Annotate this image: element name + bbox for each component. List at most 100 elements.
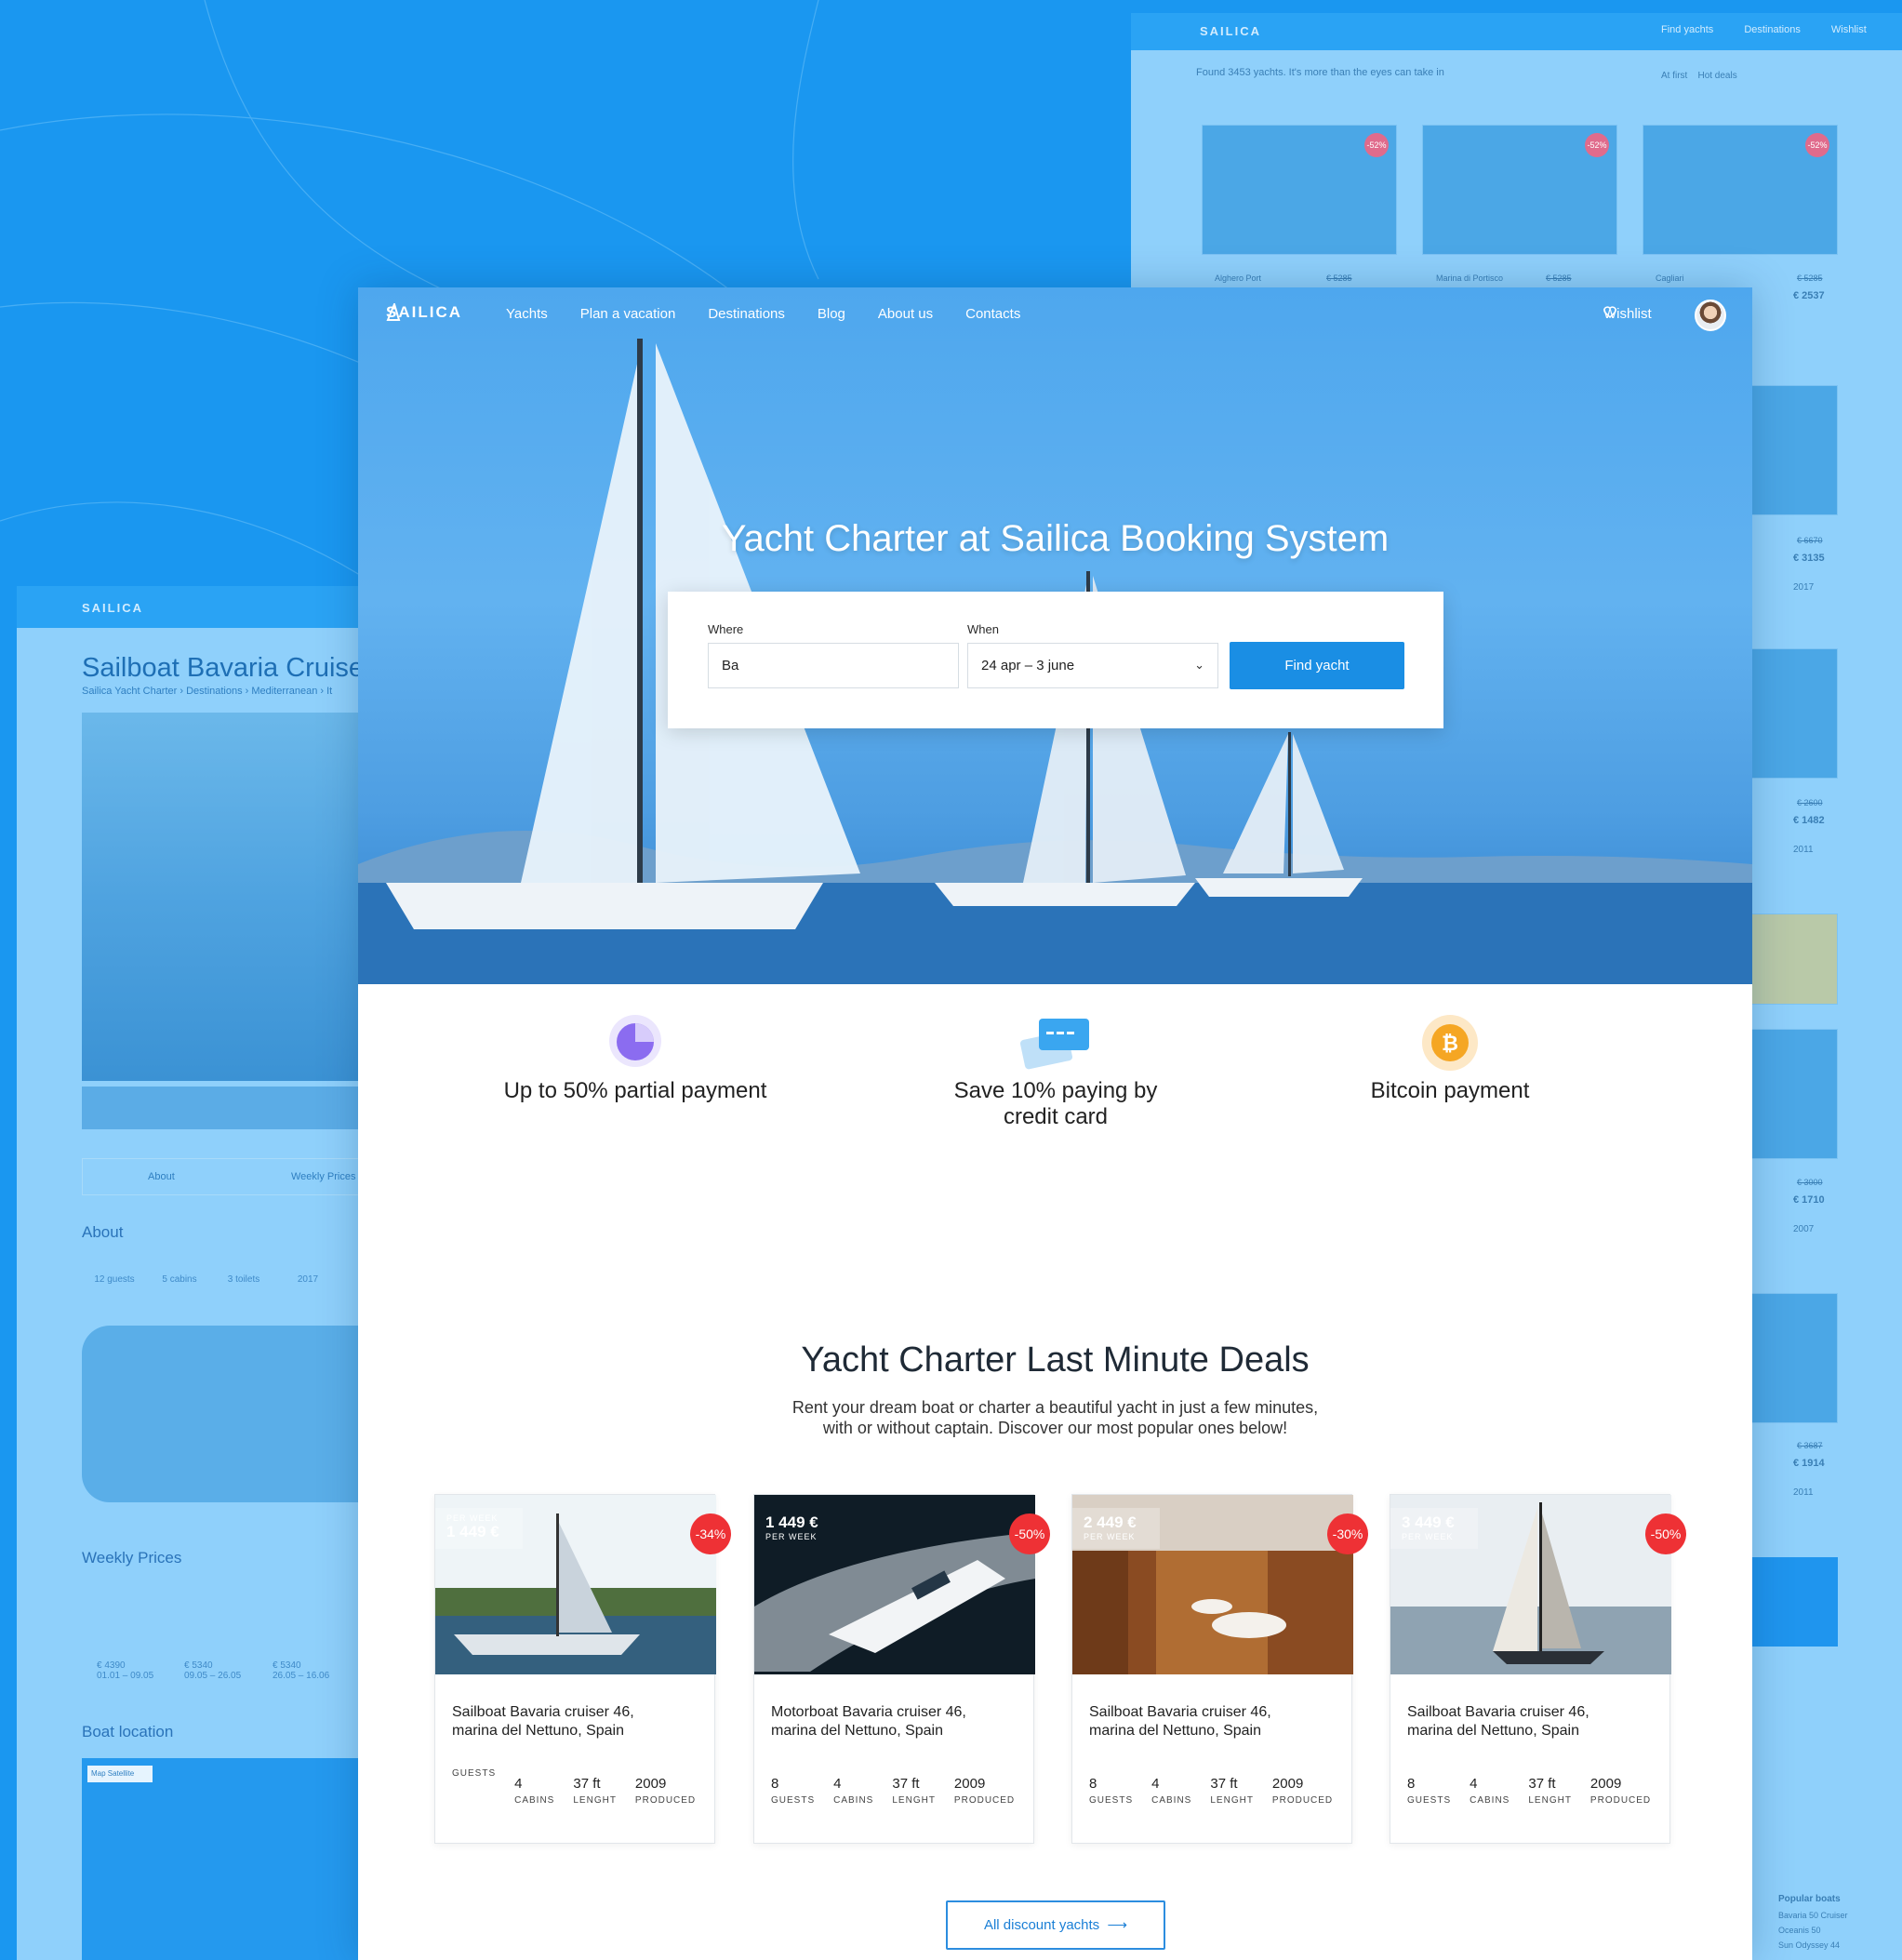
- spec-value: 2009: [634, 1776, 667, 1792]
- ghost-new-price: € 2537: [1793, 290, 1825, 301]
- spec-length: 37 ft LENGHT: [573, 1776, 617, 1806]
- chevron-down-icon: ⌄: [1194, 658, 1204, 672]
- deal-card[interactable]: 2 449 € PER WEEK -30% Sailboat Bavaria c…: [1071, 1494, 1368, 1844]
- sailica-logo[interactable]: SAILICA: [386, 303, 462, 322]
- ghost-old-price: € 5285: [1326, 273, 1352, 283]
- feature-partial-payment: Up to 50% partial payment: [449, 1015, 821, 1104]
- deal-image: 2 449 € PER WEEK: [1072, 1495, 1353, 1674]
- spec-value: 4: [1151, 1776, 1160, 1792]
- ghost-popular-item: Sun Odyssey 44: [1778, 1940, 1841, 1950]
- ghost-discount-badge: -52%: [1585, 133, 1609, 157]
- ghost-feature: 5 cabins: [162, 1274, 197, 1285]
- price-tag: PER WEEK 1 449 €: [435, 1508, 523, 1549]
- bitcoin-icon: ₿: [1422, 1015, 1478, 1071]
- ghost-feature: 2017: [297, 1274, 319, 1285]
- ghost-location-heading: Boat location: [82, 1723, 174, 1740]
- ghost-navbar: SAILICA: [17, 586, 370, 628]
- ghost-new-price: € 1914: [1793, 1458, 1825, 1469]
- deals-title: Yacht Charter Last Minute Deals: [801, 1340, 1310, 1380]
- spec-value: 8: [1407, 1776, 1416, 1792]
- spec-value: 4: [1470, 1776, 1478, 1792]
- ghost-port: Alghero Port: [1215, 273, 1262, 283]
- ghost-prices-heading: Weekly Prices: [82, 1549, 182, 1567]
- discount-badge: -50%: [1645, 1513, 1686, 1554]
- spec-cabins: 4 CABINS: [514, 1776, 554, 1806]
- ghost-old-price: € 3687: [1797, 1441, 1823, 1450]
- per-week-label: PER WEEK: [765, 1532, 818, 1541]
- ghost-logo: SAILICA: [82, 601, 143, 615]
- svg-text:₿: ₿: [1442, 1033, 1458, 1056]
- when-value: 24 apr – 3 june: [981, 658, 1075, 673]
- deal-card[interactable]: PER WEEK 1 449 € -34% Sailboat Bavaria c…: [434, 1494, 731, 1844]
- ghost-map-tab: Map: [91, 1769, 106, 1778]
- price: 3 449 €: [1402, 1513, 1455, 1531]
- deal-card[interactable]: 3 449 € PER WEEK -50% Sailboat Bavaria c…: [1390, 1494, 1686, 1844]
- price: 1 449 €: [765, 1513, 818, 1531]
- spec-label: PRODUCED: [953, 1795, 1016, 1806]
- spec-label: CABINS: [833, 1795, 874, 1806]
- deals-subtitle-line: with or without captain. Discover our mo…: [822, 1419, 1288, 1437]
- ghost-nav-links: Find yachts Destinations Wishlist: [1661, 24, 1895, 35]
- spec-value: 37 ft: [892, 1776, 920, 1792]
- where-input[interactable]: Ba: [708, 643, 959, 688]
- nav-link-yachts[interactable]: Yachts: [506, 306, 548, 322]
- ghost-feature: 12 guests: [94, 1274, 135, 1285]
- deal-title-line: marina del Nettuno, Spain: [1089, 1723, 1261, 1739]
- arrow-right-icon: ⟶: [1103, 1917, 1128, 1933]
- ghost-year: 2011: [1793, 845, 1814, 855]
- discount-badge: -34%: [690, 1513, 731, 1554]
- pie-chart-icon: [609, 1015, 661, 1067]
- ghost-sort-value: Hot deals: [1697, 71, 1737, 81]
- user-avatar[interactable]: [1695, 300, 1726, 331]
- deal-card[interactable]: 1 449 € PER WEEK -50% Motorboat Bavaria …: [753, 1494, 1050, 1844]
- nav-link-destinations[interactable]: Destinations: [708, 306, 785, 322]
- price-tag: 3 449 € PER WEEK: [1390, 1508, 1478, 1549]
- deal-image: 3 449 € PER WEEK: [1390, 1495, 1671, 1674]
- ghost-price: € 5340 09.05 – 26.05: [184, 1660, 241, 1681]
- ghost-yacht-title: Sailboat Bavaria Cruiser: [82, 653, 370, 683]
- price: 2 449 €: [1084, 1513, 1137, 1531]
- spec-label: CABINS: [1151, 1795, 1192, 1806]
- ghost-old-price: € 6670: [1797, 536, 1823, 545]
- spec-value: 8: [1089, 1776, 1097, 1792]
- spec-value: 2009: [1589, 1776, 1622, 1792]
- ghost-old-price: € 5285: [1797, 273, 1823, 283]
- background-yacht-detail-screen: SAILICA Sailboat Bavaria Cruiser Sailica…: [17, 586, 370, 1960]
- ghost-yacht-card: -52%: [1422, 125, 1617, 255]
- nav-link-blog[interactable]: Blog: [818, 306, 845, 322]
- spec-guests: 8 GUESTS: [771, 1776, 815, 1806]
- spec-length: 37 ft LENGHT: [1528, 1776, 1572, 1806]
- ghost-nav-link: Find yachts: [1661, 24, 1714, 35]
- ghost-new-price: € 1710: [1793, 1194, 1825, 1206]
- when-select[interactable]: 24 apr – 3 june ⌄: [967, 643, 1218, 688]
- spec-length: 37 ft LENGHT: [1210, 1776, 1254, 1806]
- feature-bitcoin: ₿ Bitcoin payment: [1264, 1015, 1636, 1104]
- spec-value: 37 ft: [1528, 1776, 1556, 1792]
- all-discount-yachts-button[interactable]: All discount yachts ⟶: [946, 1900, 1165, 1950]
- credit-card-icon: [1019, 1019, 1089, 1070]
- ghost-popular-item: Oceanis 50: [1778, 1926, 1821, 1935]
- ghost-discount-badge: -52%: [1364, 133, 1389, 157]
- spec-cabins: 4 CABINS: [1470, 1776, 1510, 1806]
- ghost-port: Cagliari: [1656, 273, 1684, 283]
- find-yacht-button[interactable]: Find yacht: [1230, 642, 1404, 689]
- nav-link-contacts[interactable]: Contacts: [965, 306, 1020, 322]
- ghost-sort: At first Hot deals: [1661, 71, 1737, 81]
- deal-title-line: Sailboat Bavaria cruiser 46,: [1089, 1704, 1271, 1720]
- hero-section: SAILICA Yachts Plan a vacation Destinati…: [358, 287, 1752, 984]
- nav-link-about-us[interactable]: About us: [878, 306, 933, 322]
- ghost-side-tile: [1745, 648, 1838, 779]
- price-tag: 1 449 € PER WEEK: [754, 1508, 842, 1549]
- feature-text: Up to 50% partial payment: [503, 1078, 767, 1103]
- ghost-old-price: € 5285: [1546, 273, 1572, 283]
- feature-text: Save 10% paying by credit card: [953, 1078, 1158, 1129]
- spec-value: 37 ft: [573, 1776, 601, 1792]
- ghost-navbar: SAILICA Find yachts Destinations Wishlis…: [1131, 13, 1902, 50]
- ghost-map-tab: Satellite: [107, 1769, 135, 1778]
- wishlist-link[interactable]: Wishlist: [1603, 306, 1652, 322]
- nav-link-plan-a-vacation[interactable]: Plan a vacation: [580, 306, 676, 322]
- top-navbar: SAILICA Yachts Plan a vacation Destinati…: [358, 287, 1752, 345]
- ghost-breadcrumb: Sailica Yacht Charter › Destinations › M…: [82, 686, 333, 697]
- spec-label: LENGHT: [1210, 1795, 1254, 1806]
- deal-title-line: Motorboat Bavaria cruiser 46,: [771, 1704, 966, 1720]
